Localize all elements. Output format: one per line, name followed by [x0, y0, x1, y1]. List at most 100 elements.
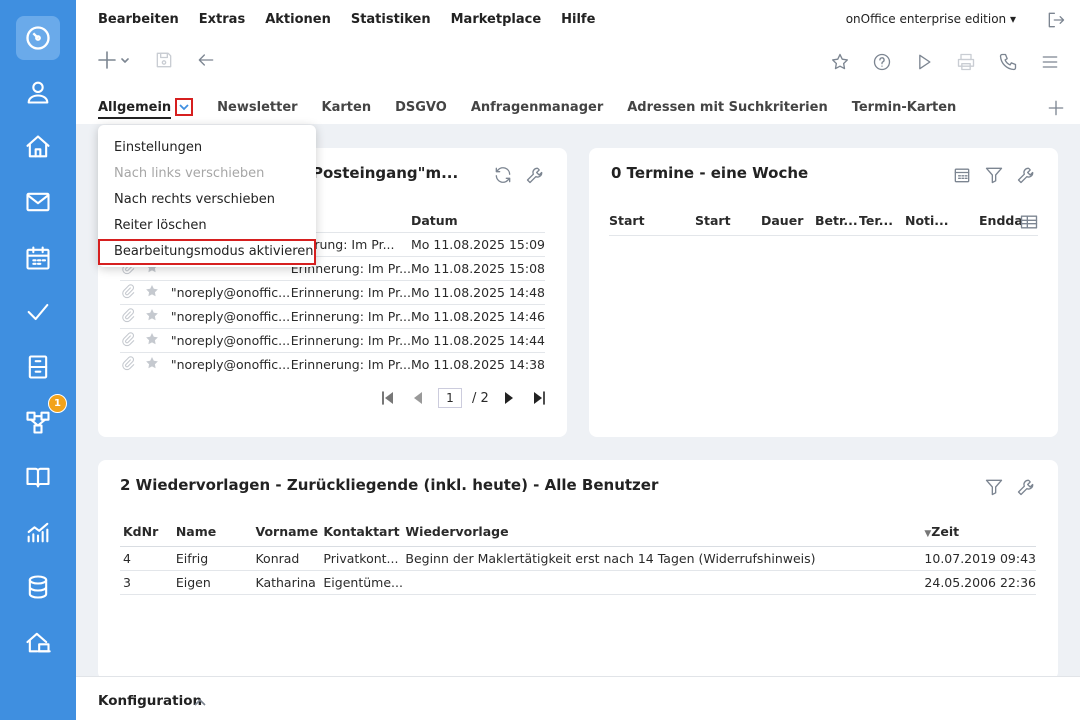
cell-name: Eifrig: [175, 546, 256, 571]
column-vorname[interactable]: Vorname: [255, 518, 324, 547]
menu-item-nach-rechts-verschieben[interactable]: Nach rechts verschieben: [114, 192, 275, 207]
book-icon[interactable]: [0, 455, 76, 499]
play-icon[interactable]: [914, 52, 934, 72]
menu-hilfe[interactable]: Hilfe: [561, 12, 595, 27]
followups-table-header: KdNr Name Vorname Kontaktart Wiedervorla…: [120, 518, 1036, 547]
mail-sender: "noreply@onoffic...: [170, 351, 291, 376]
chevron-up-icon: [194, 698, 206, 706]
help-icon[interactable]: [872, 52, 892, 72]
favorite-star-icon[interactable]: [830, 52, 850, 72]
column-wiedervorlage[interactable]: Wiedervorlage: [405, 518, 925, 547]
addresses-icon[interactable]: [0, 70, 76, 114]
caret-down-icon: ▾: [1009, 12, 1016, 26]
tab-dsgvo[interactable]: DSGVO: [395, 100, 447, 115]
back-arrow-icon[interactable]: [196, 50, 216, 70]
column-start[interactable]: Start: [609, 213, 695, 228]
calendar-icon[interactable]: [0, 236, 76, 280]
dashboard-icon[interactable]: [16, 16, 60, 60]
tab-allgemein[interactable]: Allgemein: [98, 98, 194, 119]
tab-menu-chevron-down-icon[interactable]: [175, 98, 194, 116]
calendar-view-icon[interactable]: [952, 165, 972, 185]
tab-bar: Allgemein Newsletter Karten DSGVO Anfrag…: [98, 98, 957, 119]
column-config-icon[interactable]: [1019, 212, 1038, 230]
star-icon[interactable]: [143, 279, 171, 304]
edition-dropdown[interactable]: onOffice enterprise edition ▾: [846, 12, 1016, 26]
cell-name: Eigen: [175, 570, 256, 595]
previous-page-icon[interactable]: [408, 388, 428, 408]
logout-icon[interactable]: [1046, 10, 1066, 30]
wrench-settings-icon[interactable]: [1016, 477, 1036, 497]
process-flow-icon[interactable]: 1: [0, 394, 76, 444]
tasks-check-icon[interactable]: [0, 290, 76, 334]
save-icon[interactable]: [154, 50, 174, 70]
file-cabinet-icon[interactable]: [0, 345, 76, 389]
statistics-icon[interactable]: [0, 510, 76, 554]
tab-newsletter[interactable]: Newsletter: [217, 100, 297, 115]
wrench-settings-icon[interactable]: [1016, 165, 1036, 185]
tab-context-menu: Einstellungen Nach links verschieben Nac…: [98, 125, 316, 267]
page-number-input[interactable]: 1: [438, 388, 462, 408]
followup-row[interactable]: 3 Eigen Katharina Eigentüme... 24.05.2006 22…: [120, 570, 1036, 595]
mail-sender: "noreply@onoffic...: [170, 327, 291, 352]
column-name[interactable]: Name: [175, 518, 256, 547]
menu-item-einstellungen[interactable]: Einstellungen: [114, 140, 202, 155]
hamburger-menu-icon[interactable]: [1040, 52, 1060, 72]
tab-allgemein-label: Allgemein: [98, 99, 172, 119]
column-notiz[interactable]: Noti...: [905, 213, 979, 228]
print-icon[interactable]: [956, 52, 976, 72]
menu-item-reiter-loeschen[interactable]: Reiter löschen: [114, 218, 207, 233]
email-icon[interactable]: [0, 180, 76, 224]
menu-extras[interactable]: Extras: [199, 12, 245, 27]
tab-anfragenmanager[interactable]: Anfragenmanager: [471, 100, 603, 115]
menu-bearbeiten[interactable]: Bearbeiten: [98, 12, 179, 27]
menu-aktionen[interactable]: Aktionen: [265, 12, 331, 27]
properties-home-icon[interactable]: [0, 125, 76, 169]
main-menu: Bearbeiten Extras Aktionen Statistiken M…: [98, 12, 595, 27]
top-bar: Bearbeiten Extras Aktionen Statistiken M…: [76, 0, 1080, 124]
star-icon[interactable]: [143, 327, 171, 352]
followup-row[interactable]: 4 Eifrig Konrad Privatkont... Beginn der Mak…: [120, 546, 1036, 571]
next-page-icon[interactable]: [499, 388, 519, 408]
mail-date: Mo 11.08.2025 15:09: [411, 231, 545, 256]
wrench-settings-icon[interactable]: [525, 165, 545, 185]
add-new-icon[interactable]: [98, 50, 132, 70]
menu-statistiken[interactable]: Statistiken: [351, 12, 431, 27]
footer-configuration[interactable]: Konfiguration: [76, 676, 1080, 720]
mail-sender: "noreply@onoffic...: [170, 303, 291, 328]
mail-subject: Erinnerung: Im Pr...: [290, 303, 411, 328]
column-kdnr[interactable]: KdNr: [120, 518, 176, 547]
column-zeit-label: Zeit: [931, 524, 960, 540]
attachment-icon: [120, 351, 144, 376]
mail-row[interactable]: "noreply@onoffic... Erinnerung: Im Pr... M…: [120, 327, 545, 352]
column-datum[interactable]: Datum: [411, 210, 545, 232]
mail-row[interactable]: "noreply@onoffic... Erinnerung: Im Pr... M…: [120, 303, 545, 328]
add-tab-plus-icon[interactable]: [1046, 98, 1066, 118]
last-page-icon[interactable]: [529, 388, 549, 408]
star-icon[interactable]: [143, 303, 171, 328]
first-page-icon[interactable]: [378, 388, 398, 408]
mail-row[interactable]: "noreply@onoffic... Erinnerung: Im Pr... M…: [120, 351, 545, 376]
star-icon[interactable]: [143, 351, 171, 376]
column-termin[interactable]: Ter...: [859, 213, 905, 228]
mail-row[interactable]: "noreply@onoffic... Erinnerung: Im Pr... M…: [120, 279, 545, 304]
filter-icon[interactable]: [984, 165, 1004, 185]
phone-icon[interactable]: [998, 52, 1018, 72]
tab-adressen-suchkriterien[interactable]: Adressen mit Suchkriterien: [627, 100, 827, 115]
refresh-icon[interactable]: [493, 165, 513, 185]
menu-marketplace[interactable]: Marketplace: [451, 12, 542, 27]
tab-termin-karten[interactable]: Termin-Karten: [852, 100, 957, 115]
database-icon[interactable]: [0, 565, 76, 609]
column-zeit[interactable]: ▼Zeit: [924, 518, 1036, 547]
filter-icon[interactable]: [984, 477, 1004, 497]
mail-sender: "noreply@onoffic...: [170, 279, 291, 304]
column-betreff[interactable]: Betr...: [815, 213, 859, 228]
column-start-2[interactable]: Start: [695, 213, 761, 228]
column-dauer[interactable]: Dauer: [761, 213, 815, 228]
column-kontaktart[interactable]: Kontaktart: [323, 518, 406, 547]
column-enddatum[interactable]: Endda: [979, 213, 1023, 228]
menu-item-bearbeitungsmodus-aktivieren[interactable]: Bearbeitungsmodus aktivieren: [114, 244, 314, 259]
tab-karten[interactable]: Karten: [322, 100, 372, 115]
cell-kdnr: 3: [120, 570, 176, 595]
followups-panel: 2 Wiedervorlagen - Zurückliegende (inkl.…: [98, 460, 1058, 680]
property-portal-icon[interactable]: [0, 620, 76, 664]
